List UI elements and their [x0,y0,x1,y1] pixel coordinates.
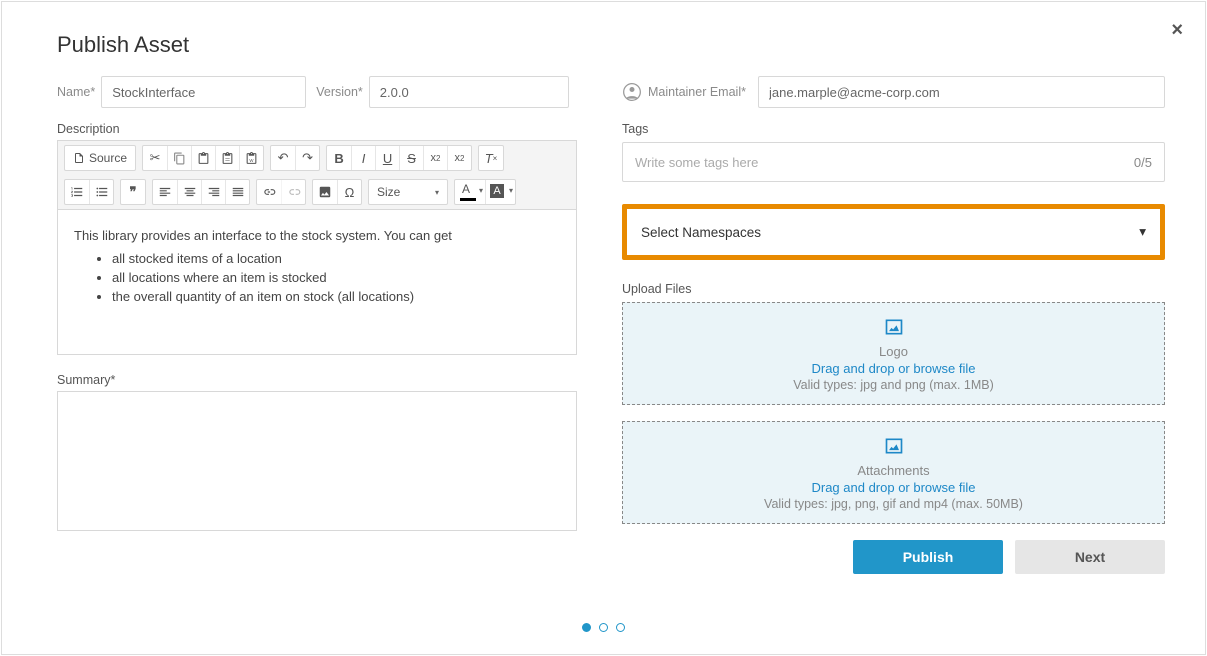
link-icon[interactable] [257,180,281,204]
redo-icon[interactable]: ↷ [295,146,319,170]
summary-input[interactable] [57,391,577,531]
tags-label: Tags [622,122,1165,136]
maintainer-input[interactable] [758,76,1165,108]
description-label: Description [57,122,577,136]
modal-title: Publish Asset [57,32,1165,58]
close-icon[interactable]: × [1171,20,1183,40]
blockquote-icon[interactable]: ❞ [121,180,145,204]
image-icon [633,317,1154,340]
text-color-button[interactable]: A▾ [455,180,485,204]
align-right-icon[interactable] [201,180,225,204]
italic-icon[interactable]: I [351,146,375,170]
ol-icon[interactable] [65,180,89,204]
description-bullet: all locations where an item is stocked [112,270,560,285]
font-size-select[interactable]: Size▾ [369,180,447,204]
subscript-icon[interactable]: x2 [423,146,447,170]
image-icon [633,436,1154,459]
name-input[interactable] [101,76,306,108]
tags-input-wrap[interactable]: 0/5 [622,142,1165,182]
step-dot-3[interactable] [616,623,625,632]
logo-dropzone[interactable]: Logo Drag and drop or browse file Valid … [622,302,1165,405]
description-body[interactable]: This library provides an interface to th… [58,210,576,354]
bg-color-button[interactable]: A▾ [485,180,515,204]
unlink-icon[interactable] [281,180,305,204]
logo-browse-link[interactable]: Drag and drop or browse file [633,361,1154,376]
description-editor: Source ✂ W ↶ ↷ B I U [57,140,577,355]
editor-toolbar: Source ✂ W ↶ ↷ B I U [58,141,576,210]
paste-text-icon[interactable] [215,146,239,170]
paste-word-icon[interactable]: W [239,146,263,170]
namespaces-select-highlight: Select Namespaces ▾ [622,204,1165,260]
attachments-browse-link[interactable]: Drag and drop or browse file [633,480,1154,495]
superscript-icon[interactable]: x2 [447,146,471,170]
namespaces-placeholder: Select Namespaces [641,225,761,240]
attachments-hint: Valid types: jpg, png, gif and mp4 (max.… [633,497,1154,511]
name-label: Name* [57,85,95,99]
step-indicator [2,623,1205,632]
paste-icon[interactable] [191,146,215,170]
underline-icon[interactable]: U [375,146,399,170]
attachments-dropzone[interactable]: Attachments Drag and drop or browse file… [622,421,1165,524]
logo-title: Logo [633,344,1154,359]
publish-button[interactable]: Publish [853,540,1003,574]
summary-label: Summary* [57,373,577,387]
ul-icon[interactable] [89,180,113,204]
align-center-icon[interactable] [177,180,201,204]
strike-icon[interactable]: S [399,146,423,170]
namespaces-select[interactable]: Select Namespaces ▾ [629,211,1158,253]
description-bullet: all stocked items of a location [112,251,560,266]
tags-input[interactable] [635,155,1134,170]
remove-format-icon[interactable]: T× [479,146,503,170]
source-button[interactable]: Source [65,146,135,170]
description-intro: This library provides an interface to th… [74,228,560,243]
svg-text:W: W [249,157,254,162]
maintainer-label: Maintainer Email* [648,85,746,99]
cut-icon[interactable]: ✂ [143,146,167,170]
version-input[interactable] [369,76,569,108]
step-dot-1[interactable] [582,623,591,632]
next-button[interactable]: Next [1015,540,1165,574]
version-label: Version* [316,85,363,99]
logo-hint: Valid types: jpg and png (max. 1MB) [633,378,1154,392]
special-char-icon[interactable]: Ω [337,180,361,204]
copy-icon[interactable] [167,146,191,170]
align-justify-icon[interactable] [225,180,249,204]
bold-icon[interactable]: B [327,146,351,170]
chevron-down-icon: ▾ [1139,224,1146,240]
publish-asset-modal: × Publish Asset Name* Version* Descripti… [1,1,1206,655]
tags-count: 0/5 [1134,155,1152,170]
attachments-title: Attachments [633,463,1154,478]
image-icon[interactable] [313,180,337,204]
align-left-icon[interactable] [153,180,177,204]
upload-label: Upload Files [622,282,1165,296]
step-dot-2[interactable] [599,623,608,632]
description-bullet: the overall quantity of an item on stock… [112,289,560,304]
user-icon [622,82,642,102]
undo-icon[interactable]: ↶ [271,146,295,170]
